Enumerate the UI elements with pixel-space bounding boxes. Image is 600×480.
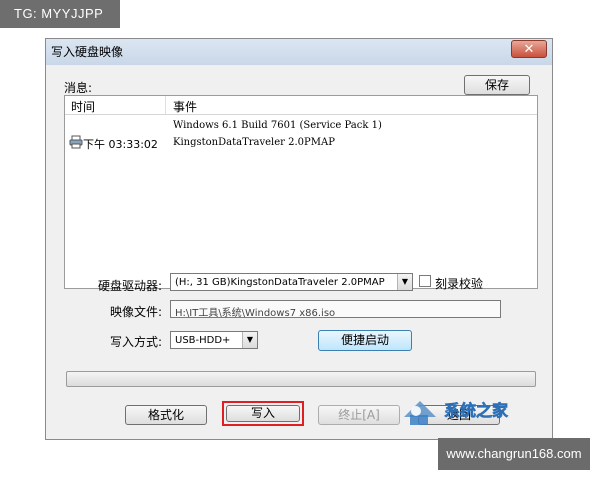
image-file-label: 映像文件:	[110, 305, 163, 319]
write-mode-select[interactable]: USB-HDD+ ▼	[170, 331, 258, 349]
quick-boot-button[interactable]: 便捷启动	[318, 330, 412, 351]
event-time: 下午 03:33:02	[83, 138, 158, 151]
column-divider	[165, 96, 166, 114]
burn-verify-checkbox[interactable]	[419, 275, 431, 287]
drive-label: 硬盘驱动器:	[98, 279, 163, 293]
stop-button: 终止[A]	[318, 405, 400, 425]
write-mode-label: 写入方式:	[110, 335, 163, 349]
column-header-event[interactable]: 事件	[173, 98, 197, 115]
site-logo-text: 系统之家	[444, 401, 509, 421]
printer-icon	[69, 135, 83, 149]
write-disk-image-dialog: 写入硬盘映像 ✕ 消息: 保存 时间 事件 Windows 6.1 Build …	[45, 38, 553, 440]
window-title: 写入硬盘映像	[51, 45, 124, 59]
title-bar: 写入硬盘映像 ✕	[46, 39, 552, 65]
event-text: KingstonDataTraveler 2.0PMAP	[173, 137, 335, 148]
burn-verify-label: 刻录校验	[435, 277, 484, 291]
watermark-top: TG: MYYJJPP	[0, 0, 120, 28]
write-mode-value: USB-HDD+	[175, 335, 231, 346]
message-list[interactable]: 时间 事件 Windows 6.1 Build 7601 (Service Pa…	[64, 95, 538, 289]
close-button[interactable]: ✕	[511, 40, 547, 58]
column-header-time[interactable]: 时间	[71, 98, 95, 115]
progress-bar	[66, 371, 536, 387]
list-header: 时间 事件	[65, 96, 537, 115]
chevron-down-icon: ▼	[397, 274, 412, 290]
image-file-field[interactable]: H:\IT工具\系统\Windows7 x86.iso	[170, 300, 501, 318]
format-button[interactable]: 格式化	[125, 405, 207, 425]
watermark-bottom: www.changrun168.com	[438, 438, 590, 470]
write-button[interactable]: 写入	[226, 405, 300, 422]
messages-label: 消息:	[64, 81, 93, 95]
list-item[interactable]: 下午 03:33:02 KingstonDataTraveler 2.0PMAP	[65, 134, 537, 152]
drive-select-value: (H:, 31 GB)KingstonDataTraveler 2.0PMAP	[175, 277, 385, 288]
save-button[interactable]: 保存	[464, 75, 530, 95]
event-text: Windows 6.1 Build 7601 (Service Pack 1)	[173, 120, 382, 131]
chevron-down-icon: ▼	[242, 332, 257, 348]
drive-select[interactable]: (H:, 31 GB)KingstonDataTraveler 2.0PMAP …	[170, 273, 413, 291]
list-item[interactable]: Windows 6.1 Build 7601 (Service Pack 1)	[65, 118, 537, 134]
image-file-value: H:\IT工具\系统\Windows7 x86.iso	[175, 308, 336, 318]
